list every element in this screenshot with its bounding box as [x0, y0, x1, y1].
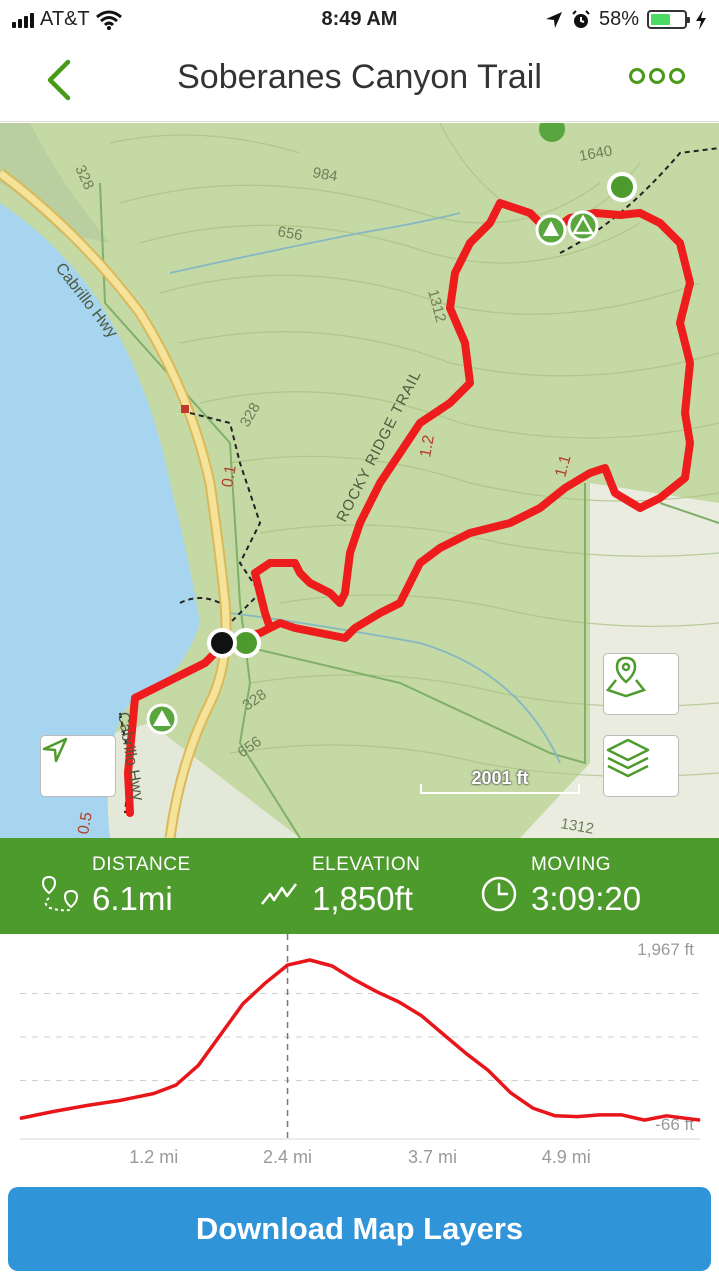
- alarm-icon: [572, 9, 590, 28]
- layers-icon: [606, 738, 650, 778]
- map-canvas[interactable]: 328 984 656 1640 1312 328 656 328 1312 0…: [0, 123, 719, 838]
- elevation-point: [52, 1111, 54, 1113]
- page-title: Soberanes Canyon Trail: [177, 58, 542, 96]
- elevation-point: [19, 1117, 21, 1119]
- scale-bar: [420, 784, 580, 794]
- x-tick-label: 3.7 mi: [408, 1147, 457, 1167]
- download-map-layers-button[interactable]: Download Map Layers: [8, 1187, 711, 1271]
- elevation-point: [576, 1116, 578, 1118]
- elevation-point: [353, 979, 355, 981]
- map-scale: 2001 ft: [420, 768, 580, 798]
- location-arrow-icon: [42, 737, 68, 763]
- moving-stat: MOVING 3:09:20: [479, 852, 699, 922]
- chart-grid: [20, 993, 700, 1140]
- elevation-point: [398, 1001, 400, 1003]
- add-waypoint-button[interactable]: [603, 653, 679, 715]
- x-tick-label: 2.4 mi: [263, 1147, 312, 1167]
- elevation-label: ELEVATION: [312, 854, 421, 875]
- more-options-icon[interactable]: [629, 68, 685, 84]
- status-right: 58%: [545, 8, 707, 31]
- elevation-point: [197, 1064, 199, 1066]
- elevation-stat: ELEVATION 1,850ft: [260, 852, 460, 922]
- elevation-zigzag-icon: [261, 883, 297, 905]
- elevation-point: [242, 1003, 244, 1005]
- elevation-point: [175, 1084, 177, 1086]
- elevation-point: [220, 1033, 222, 1035]
- elevation-point: [487, 1069, 489, 1071]
- elevation-point: [153, 1093, 155, 1095]
- elevation-line: [19, 958, 701, 1122]
- location-arrow-icon: [545, 11, 562, 28]
- nav-bar: Soberanes Canyon Trail: [0, 40, 719, 122]
- distance-label: DISTANCE: [92, 854, 191, 875]
- elevation-point: [420, 1015, 422, 1017]
- battery-percent: 58%: [598, 8, 639, 30]
- moving-value: 3:09:20: [531, 880, 642, 917]
- locate-me-button[interactable]: [40, 735, 116, 797]
- distance-value: 6.1mi: [92, 880, 173, 917]
- elevation-point: [119, 1099, 121, 1101]
- elevation-point: [621, 1114, 623, 1116]
- stats-bar: DISTANCE 6.1mi ELEVATION 1,850ft MOVING …: [0, 838, 719, 934]
- elevation-point: [509, 1092, 511, 1094]
- y-top-label: 1,967 ft: [637, 940, 694, 959]
- elevation-point: [287, 964, 289, 966]
- elevation-point: [643, 1119, 645, 1121]
- status-bar: AT&T 8:49 AM 58%: [0, 0, 719, 40]
- elevation-value: 1,850ft: [312, 880, 413, 917]
- clock-icon: [481, 876, 517, 912]
- elevation-point: [86, 1105, 88, 1107]
- charging-bolt-icon: [696, 9, 706, 30]
- x-tick-label: 4.9 mi: [542, 1147, 591, 1167]
- elevation-point: [309, 959, 311, 961]
- elevation-point: [599, 1114, 601, 1116]
- map-layers-button[interactable]: [603, 735, 679, 797]
- elevation-point: [264, 982, 266, 984]
- elevation-point: [331, 965, 333, 967]
- moving-label: MOVING: [531, 854, 612, 875]
- distance-pins-icon: [41, 875, 79, 912]
- elevation-point: [443, 1033, 445, 1035]
- elevation-point: [532, 1107, 534, 1109]
- trail-map[interactable]: 328 984 656 1640 1312 328 656 328 1312 0…: [0, 123, 719, 838]
- elevation-chart[interactable]: 1.2 mi 2.4 mi 3.7 mi 4.9 mi 1,967 ft -66 ft: [0, 934, 719, 1184]
- elevation-point: [465, 1052, 467, 1054]
- map-pin-icon: [605, 656, 647, 698]
- elevation-profile[interactable]: 1.2 mi 2.4 mi 3.7 mi 4.9 mi 1,967 ft -66 ft: [0, 934, 719, 1184]
- elevation-series: [19, 958, 701, 1122]
- chart-x-ticks: 1.2 mi 2.4 mi 3.7 mi 4.9 mi: [129, 1147, 590, 1167]
- distance-stat: DISTANCE 6.1mi: [40, 852, 240, 922]
- elevation-point: [666, 1115, 668, 1117]
- elevation-point: [376, 991, 378, 993]
- x-tick-label: 1.2 mi: [129, 1147, 178, 1167]
- elevation-point: [554, 1115, 556, 1117]
- battery-icon: [647, 10, 690, 29]
- elevation-point: [699, 1119, 701, 1121]
